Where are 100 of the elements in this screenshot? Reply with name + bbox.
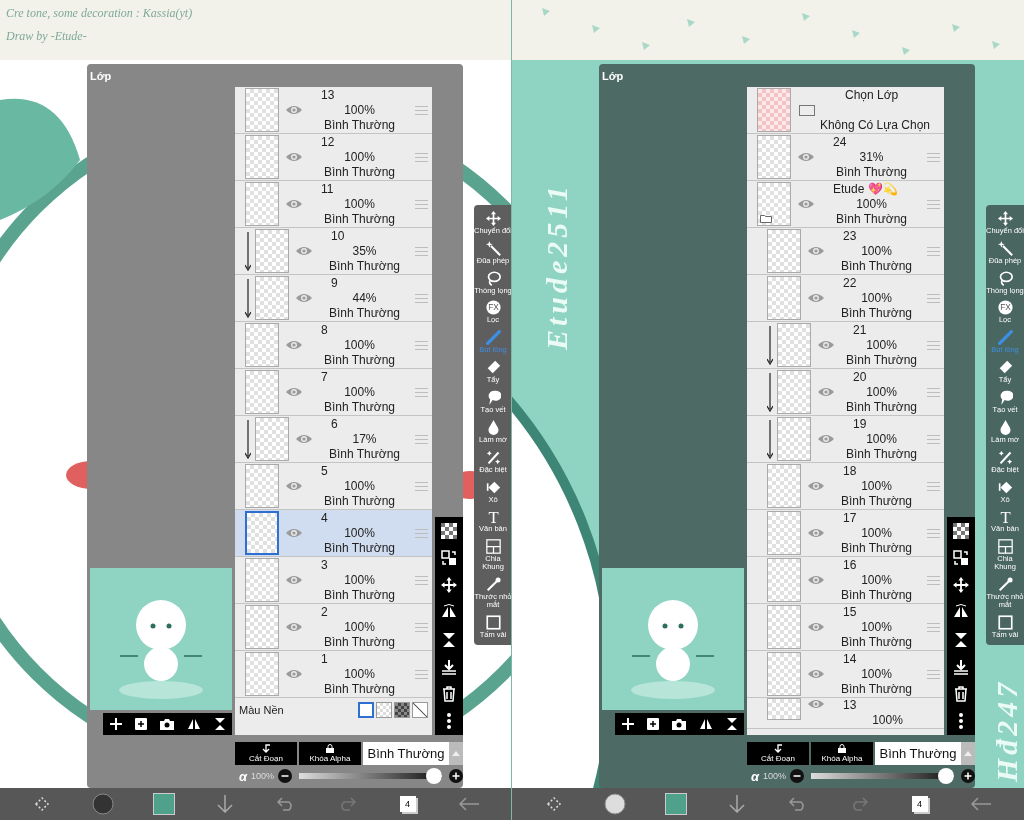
eye-icon[interactable] xyxy=(285,198,303,210)
eye-icon[interactable] xyxy=(807,480,825,492)
eye-icon[interactable] xyxy=(817,433,835,445)
drag-handle-icon[interactable] xyxy=(926,622,940,632)
flip-vertical-icon[interactable] xyxy=(953,631,969,648)
trash-icon[interactable] xyxy=(441,686,457,703)
eye-icon[interactable] xyxy=(285,527,303,539)
drag-handle-icon[interactable] xyxy=(414,293,428,303)
drag-handle-icon[interactable] xyxy=(926,528,940,538)
layer-row[interactable]: 24 31% Bình Thường xyxy=(747,134,944,181)
eye-icon[interactable] xyxy=(285,104,303,116)
flip-horizontal-icon[interactable] xyxy=(186,718,201,730)
minus-icon[interactable] xyxy=(278,769,293,783)
drag-handle-icon[interactable] xyxy=(414,434,428,444)
checker-icon[interactable] xyxy=(441,522,457,539)
eye-icon[interactable] xyxy=(295,245,313,257)
color-swatch[interactable] xyxy=(152,793,175,815)
color-swatch[interactable] xyxy=(664,793,687,815)
plus-icon[interactable] xyxy=(621,718,634,730)
drag-handle-icon[interactable] xyxy=(414,669,428,679)
layer-row[interactable]: 19 100% Bình Thường xyxy=(747,416,944,463)
background-swatch[interactable] xyxy=(358,702,374,718)
layers-button[interactable]: 4 xyxy=(911,796,928,812)
drag-handle-icon[interactable] xyxy=(926,434,940,444)
layer-row[interactable]: 12 100% Bình Thường xyxy=(235,134,432,181)
background-swatch[interactable] xyxy=(394,702,410,718)
eye-icon[interactable] xyxy=(285,339,303,351)
layer-row[interactable]: 15 100% Bình Thường xyxy=(747,604,944,651)
merge-down-icon[interactable] xyxy=(953,658,969,675)
down-arrow-icon[interactable] xyxy=(216,795,233,813)
eye-icon[interactable] xyxy=(807,621,825,633)
layer-row[interactable]: 23 100% Bình Thường xyxy=(747,228,944,275)
drag-handle-icon[interactable] xyxy=(414,340,428,350)
flip-horizontal-icon[interactable] xyxy=(698,718,713,730)
drag-handle-icon[interactable] xyxy=(926,152,940,162)
eye-icon[interactable] xyxy=(807,245,825,257)
eye-icon[interactable] xyxy=(285,574,303,586)
trash-icon[interactable] xyxy=(953,686,969,703)
drag-handle-icon[interactable] xyxy=(926,246,940,256)
undo-icon[interactable] xyxy=(788,797,807,811)
eye-icon[interactable] xyxy=(285,621,303,633)
eye-icon[interactable] xyxy=(807,292,825,304)
plus-icon[interactable] xyxy=(961,769,975,783)
drag-handle-icon[interactable] xyxy=(926,669,940,679)
background-swatch[interactable] xyxy=(376,702,392,718)
drag-handle-icon[interactable] xyxy=(414,622,428,632)
move-icon[interactable] xyxy=(441,577,457,594)
eye-icon[interactable] xyxy=(797,198,815,210)
merge-down-icon[interactable] xyxy=(441,658,457,675)
background-swatch[interactable] xyxy=(412,702,428,718)
drag-handle-icon[interactable] xyxy=(414,481,428,491)
brush-size-icon[interactable] xyxy=(91,793,114,815)
add-layer-icon[interactable] xyxy=(134,718,147,730)
drag-handle-icon[interactable] xyxy=(926,199,940,209)
drag-handle-icon[interactable] xyxy=(926,387,940,397)
layer-row[interactable]: 9 44% Bình Thường xyxy=(235,275,432,322)
clipping-button[interactable]: Cắt Đoạn xyxy=(235,742,297,765)
drag-handle-icon[interactable] xyxy=(414,105,428,115)
eye-icon[interactable] xyxy=(817,386,835,398)
brush-size-icon[interactable] xyxy=(603,793,626,815)
drag-handle-icon[interactable] xyxy=(414,575,428,585)
layer-row[interactable]: 8 100% Bình Thường xyxy=(235,322,432,369)
layer-row[interactable]: 22 100% Bình Thường xyxy=(747,275,944,322)
eye-icon[interactable] xyxy=(295,292,313,304)
layer-row[interactable]: 2 100% Bình Thường xyxy=(235,604,432,651)
back-arrow-icon[interactable] xyxy=(970,797,991,811)
more-icon[interactable] xyxy=(447,713,451,730)
checker-icon[interactable] xyxy=(953,522,969,539)
layer-row[interactable]: 14 100% Bình Thường xyxy=(747,651,944,698)
transform-icon[interactable] xyxy=(32,795,51,813)
layer-row[interactable]: 13 100% Bình Thường xyxy=(235,87,432,134)
drag-handle-icon[interactable] xyxy=(926,575,940,585)
layer-row[interactable]: 16 100% Bình Thường xyxy=(747,557,944,604)
drag-handle-icon[interactable] xyxy=(414,387,428,397)
eye-icon[interactable] xyxy=(285,151,303,163)
layer-row[interactable]: 20 100% Bình Thường xyxy=(747,369,944,416)
flip-vertical-icon[interactable] xyxy=(725,717,738,731)
minus-icon[interactable] xyxy=(790,769,805,783)
plus-icon[interactable] xyxy=(109,718,122,730)
layer-row[interactable]: Etude 💖💫 100% Bình Thường xyxy=(747,181,944,228)
alpha-lock-button[interactable]: Khóa Alpha xyxy=(811,742,873,765)
layer-row[interactable]: 11 100% Bình Thường xyxy=(235,181,432,228)
slider-thumb[interactable] xyxy=(426,768,442,784)
eye-icon[interactable] xyxy=(807,527,825,539)
clipping-button[interactable]: Cắt Đoạn xyxy=(747,742,809,765)
layers-button[interactable]: 4 xyxy=(399,796,416,812)
drag-handle-icon[interactable] xyxy=(414,152,428,162)
layer-row[interactable]: 17 100% Bình Thường xyxy=(747,510,944,557)
slider-thumb[interactable] xyxy=(938,768,954,784)
undo-icon[interactable] xyxy=(276,797,295,811)
flip-vertical-icon[interactable] xyxy=(213,717,226,731)
selection-layer-row[interactable]: Chọn Lớp Không Có Lựa Chọn xyxy=(747,87,944,134)
down-arrow-icon[interactable] xyxy=(728,795,745,813)
eye-icon[interactable] xyxy=(817,339,835,351)
camera-icon[interactable] xyxy=(159,718,174,730)
drag-handle-icon[interactable] xyxy=(414,199,428,209)
add-layer-icon[interactable] xyxy=(646,718,659,730)
drag-handle-icon[interactable] xyxy=(926,481,940,491)
eye-icon[interactable] xyxy=(285,480,303,492)
layer-row[interactable]: 4 100% Bình Thường xyxy=(235,510,432,557)
